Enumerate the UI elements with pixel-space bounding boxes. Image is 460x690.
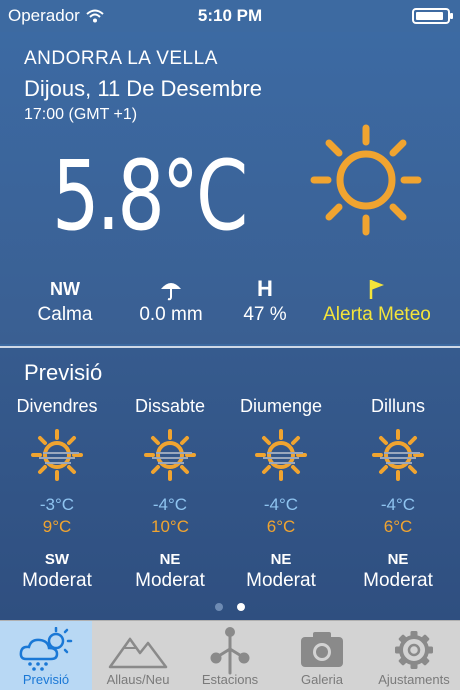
camera-icon [301, 632, 343, 667]
tab-estacions[interactable]: Estacions [184, 621, 276, 690]
forecast-day: Diumenge -4°C 6°C NE Moderat [226, 396, 336, 592]
day-min-temp: -4°C [263, 495, 299, 514]
mountain-icon [108, 637, 168, 669]
umbrella-icon [161, 283, 181, 301]
day-wind-label: Moderat [22, 570, 92, 591]
status-bar: Operador 5:10 PM [0, 0, 460, 32]
tab-label: Previsió [22, 672, 70, 687]
forecast-day: Dissabte -4°C 10°C NE Moderat [115, 396, 225, 592]
day-max-temp: 10°C [151, 517, 189, 536]
day-name: Dissabte [134, 396, 206, 416]
forecast-day: Divendres -3°C 9°C SW Moderat [2, 396, 112, 592]
day-max-temp: 6°C [266, 517, 296, 536]
day-name: Dilluns [370, 396, 426, 416]
page-indicator[interactable] [0, 603, 460, 611]
tab-previsio[interactable]: Previsió [0, 621, 92, 690]
clock: 5:10 PM [197, 6, 263, 25]
tab-label: Galeria [301, 672, 343, 687]
weather-station-icon [210, 627, 250, 675]
forecast-panel[interactable]: Previsió Divendres -3°C 9°C SW Moderat D… [0, 348, 460, 620]
cloud-sun-rain-icon [19, 627, 73, 671]
battery-icon [412, 8, 453, 24]
tab-bar: Previsió Allaus/Neu Estacions Galeria Aj… [0, 620, 460, 690]
current-temperature: 5.8°C [52, 140, 248, 252]
current-conditions: ANDORRA LA VELLA Dijous, 11 De Desembre … [0, 32, 460, 344]
tab-galeria[interactable]: Galeria [276, 621, 368, 690]
gear-icon [395, 631, 433, 669]
forecast-title: Previsió [24, 360, 103, 385]
city-name: ANDORRA LA VELLA [24, 48, 218, 69]
day-name: Diumenge [239, 396, 323, 416]
day-wind-label: Moderat [363, 570, 433, 591]
sun-icon [310, 124, 422, 236]
tab-label: Allaus/Neu [106, 672, 170, 687]
day-min-temp: -4°C [152, 495, 188, 514]
flag-icon [369, 280, 384, 299]
tab-allaus-neu[interactable]: Allaus/Neu [92, 621, 184, 690]
day-min-temp: -3°C [39, 495, 75, 514]
alert-stat[interactable]: Alerta Meteo [302, 276, 452, 326]
tab-label: Estacions [201, 672, 259, 687]
tab-label: Ajustaments [378, 672, 450, 687]
forecast-day: Dilluns -4°C 6°C NE Moderat [343, 396, 453, 592]
day-wind-direction: SW [44, 551, 70, 568]
day-max-temp: 6°C [383, 517, 413, 536]
page-dot-active[interactable] [237, 603, 245, 611]
day-min-temp: -4°C [380, 495, 416, 514]
day-max-temp: 9°C [42, 517, 72, 536]
day-wind-direction: NE [159, 551, 181, 568]
alert-link[interactable]: Alerta Meteo [302, 304, 452, 326]
day-name: Divendres [16, 396, 98, 416]
date-label: Dijous, 11 De Desembre [24, 76, 263, 101]
sun-haze-icon [255, 429, 307, 481]
sun-haze-icon [31, 429, 83, 481]
day-wind-direction: NE [270, 551, 292, 568]
day-wind-label: Moderat [246, 570, 316, 591]
day-wind-label: Moderat [135, 570, 205, 591]
current-stats: NW Calma 0.0 mm H 47 % Alerta Meteo [0, 276, 460, 336]
sun-haze-icon [372, 429, 424, 481]
page-dot[interactable] [215, 603, 223, 611]
day-wind-direction: NE [387, 551, 409, 568]
sun-haze-icon [144, 429, 196, 481]
time-label: 17:00 (GMT +1) [24, 106, 138, 123]
tab-ajustaments[interactable]: Ajustaments [368, 621, 460, 690]
